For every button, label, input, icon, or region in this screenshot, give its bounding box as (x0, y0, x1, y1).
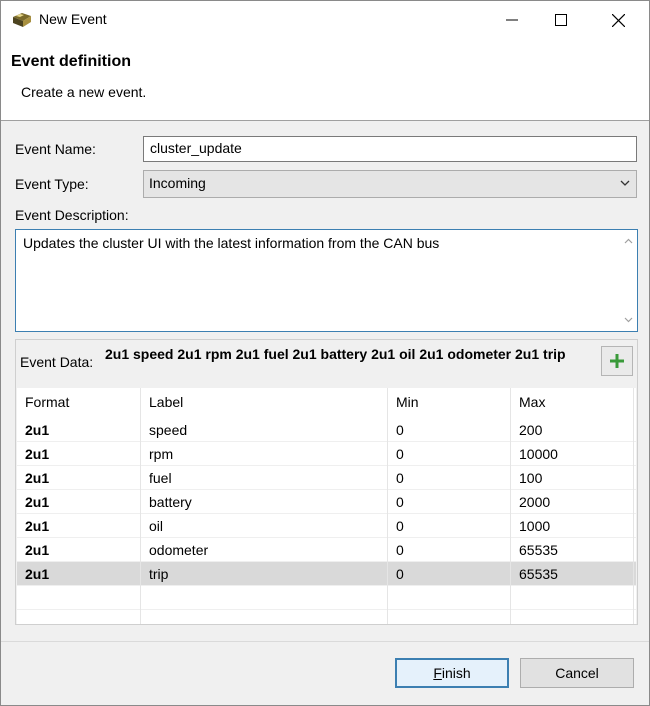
label-cell: rpm (141, 442, 388, 466)
page-title: Event definition (11, 53, 131, 70)
label-cell: speed (141, 418, 388, 442)
event-name-label: Event Name: (15, 141, 96, 157)
format-cell: 2u1 (17, 538, 141, 562)
max-cell: 10000 (511, 442, 634, 466)
empty-cell (17, 610, 141, 624)
table-row[interactable]: 2u1 battery 0 2000 (17, 490, 636, 514)
event-type-value: Incoming (149, 175, 206, 191)
min-cell: 0 (388, 490, 511, 514)
min-cell: 0 (388, 538, 511, 562)
format-cell: 2u1 (17, 562, 141, 586)
scroll-up-icon[interactable] (624, 238, 633, 244)
min-cell: 0 (388, 442, 511, 466)
close-button[interactable] (595, 1, 641, 39)
empty-cell (388, 610, 511, 624)
minimize-icon (506, 19, 518, 21)
empty-table-row (17, 586, 636, 610)
event-name-input[interactable]: cluster_update (143, 136, 637, 162)
finish-button[interactable]: Finish (395, 658, 509, 688)
footer-divider (1, 641, 649, 642)
label-cell: odometer (141, 538, 388, 562)
event-wizard-icon (13, 13, 31, 27)
finish-mnemonic: F (433, 665, 442, 681)
max-cell: 100 (511, 466, 634, 490)
event-data-table: Format Label Min Max 2u1 speed 0 200 2u1… (17, 388, 636, 624)
label-cell: oil (141, 514, 388, 538)
title-bar: New Event (1, 1, 649, 39)
label-cell: trip (141, 562, 388, 586)
min-cell: 0 (388, 514, 511, 538)
min-cell: 0 (388, 466, 511, 490)
empty-table-row (17, 610, 636, 624)
event-data-group: Event Data: 2u1 speed 2u1 rpm 2u1 fuel 2… (15, 339, 638, 625)
wizard-banner: Event definition Create a new event. (1, 39, 649, 121)
empty-cell (511, 610, 634, 624)
column-header-min[interactable]: Min (388, 388, 511, 418)
column-header-label[interactable]: Label (141, 388, 388, 418)
column-header-max[interactable]: Max (511, 388, 634, 418)
max-cell: 200 (511, 418, 634, 442)
description-scrollbar[interactable] (620, 230, 637, 331)
label-cell: battery (141, 490, 388, 514)
min-cell: 0 (388, 418, 511, 442)
event-data-label: Event Data: (20, 354, 94, 370)
empty-cell (141, 586, 388, 610)
empty-cell (141, 610, 388, 624)
max-cell: 2000 (511, 490, 634, 514)
minimize-button[interactable] (489, 1, 535, 39)
label-cell: fuel (141, 466, 388, 490)
event-description-text: Updates the cluster UI with the latest i… (23, 235, 440, 251)
chevron-down-icon (620, 180, 630, 186)
format-cell: 2u1 (17, 514, 141, 538)
event-data-summary: 2u1 speed 2u1 rpm 2u1 fuel 2u1 battery 2… (105, 346, 566, 362)
format-cell: 2u1 (17, 442, 141, 466)
cancel-button[interactable]: Cancel (520, 658, 634, 688)
event-description-textarea[interactable]: Updates the cluster UI with the latest i… (15, 229, 638, 332)
table-row[interactable]: 2u1 rpm 0 10000 (17, 442, 636, 466)
empty-cell (511, 586, 634, 610)
maximize-icon (555, 14, 567, 26)
page-description: Create a new event. (21, 84, 147, 100)
table-row[interactable]: 2u1 speed 0 200 (17, 418, 636, 442)
table-row[interactable]: 2u1 fuel 0 100 (17, 466, 636, 490)
event-type-label: Event Type: (15, 176, 89, 192)
table-header: Format Label Min Max (17, 388, 636, 418)
close-icon (611, 13, 625, 27)
window-title: New Event (39, 11, 107, 27)
add-field-button[interactable] (601, 346, 633, 376)
plus-icon (610, 354, 624, 368)
min-cell: 0 (388, 562, 511, 586)
maximize-button[interactable] (538, 1, 584, 39)
finish-label-rest: inish (441, 665, 471, 681)
max-cell: 65535 (511, 538, 634, 562)
max-cell: 65535 (511, 562, 634, 586)
max-cell: 1000 (511, 514, 634, 538)
format-cell: 2u1 (17, 490, 141, 514)
column-header-format[interactable]: Format (17, 388, 141, 418)
empty-cell (388, 586, 511, 610)
format-cell: 2u1 (17, 418, 141, 442)
table-row[interactable]: 2u1 oil 0 1000 (17, 514, 636, 538)
new-event-dialog: New Event Event definition Create a new … (0, 0, 650, 706)
finish-label: Finish (433, 665, 470, 681)
event-type-select[interactable]: Incoming (143, 170, 637, 198)
scroll-down-icon[interactable] (624, 317, 633, 323)
event-description-label: Event Description: (15, 207, 129, 223)
empty-cell (17, 586, 141, 610)
format-cell: 2u1 (17, 466, 141, 490)
table-row-selected[interactable]: 2u1 trip 0 65535 (17, 562, 636, 586)
table-row[interactable]: 2u1 odometer 0 65535 (17, 538, 636, 562)
